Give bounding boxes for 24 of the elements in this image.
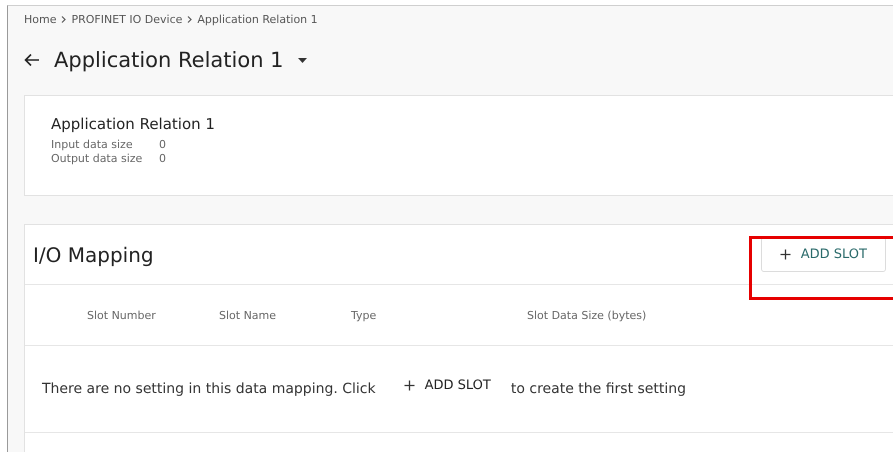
field-label: Output data size	[51, 152, 144, 165]
breadcrumb-link[interactable]: Application Relation 1	[197, 12, 318, 26]
field-value: 0	[159, 152, 166, 165]
empty-message: to create the first setting	[510, 381, 686, 397]
breadcrumb-link[interactable]: Home	[24, 12, 56, 26]
add-slot-button[interactable]: ADD SLOT	[760, 237, 886, 272]
page-title: Application Relation 1	[54, 48, 284, 72]
plus-icon	[404, 380, 415, 390]
empty-message: There are no setting in this data mapping. Click	[42, 381, 376, 397]
breadcrumb-link[interactable]: PROFINET IO Device	[71, 12, 182, 26]
back-arrow-icon[interactable]	[24, 53, 40, 67]
column-header: Type	[351, 308, 378, 322]
dropdown-caret-icon[interactable]	[298, 58, 307, 62]
chevron-icon	[61, 16, 66, 22]
chevron-icon	[187, 16, 192, 22]
column-header: Slot Number	[87, 308, 157, 322]
column-header: Slot Data Size (bytes)	[527, 308, 648, 322]
section-title: I/O Mapping	[33, 242, 154, 266]
plus-icon	[780, 249, 791, 260]
field-label: Input data size	[51, 138, 134, 151]
column-header: Slot Name	[219, 308, 278, 322]
field-value: 0	[159, 138, 166, 151]
add-slot-link[interactable]: ADD SLOT	[404, 378, 491, 400]
card-title: Application Relation 1	[51, 115, 216, 133]
